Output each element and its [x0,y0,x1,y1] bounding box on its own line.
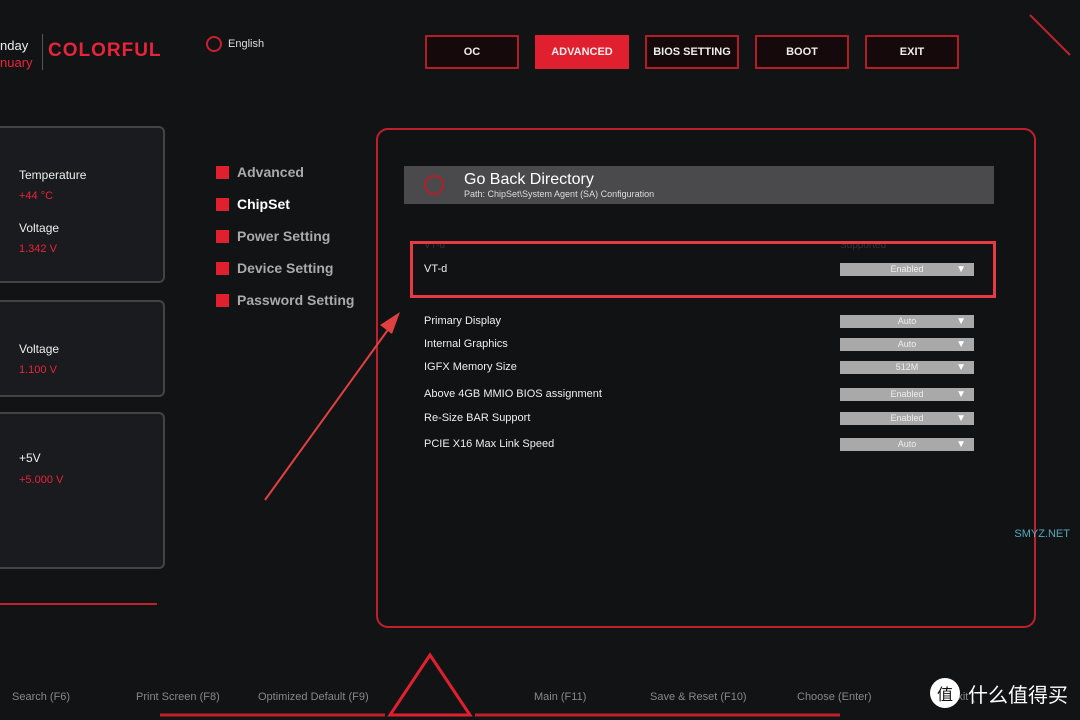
tab-bios-setting[interactable]: BIOS SETTING [645,35,739,69]
side-menu: Advanced ChipSet Power Setting Device Se… [216,156,354,316]
go-back-title: Go Back Directory [464,171,594,188]
setting-row-igfx-memory: IGFX Memory Size 512M ▼ [424,359,974,375]
monitor-card-memory: Voltage 1.100 V [0,300,165,397]
monitor-value: 1.342 V [19,243,57,255]
bullet-icon [216,293,229,307]
setting-dropdown[interactable]: Enabled ▼ [840,411,974,425]
monitor-label: Voltage [19,221,60,235]
monitor-label: Temperature [19,168,87,182]
go-back-button[interactable]: Go Back Directory Path: ChipSet\System A… [404,166,994,204]
footer-search[interactable]: Search (F6) [12,691,70,703]
setting-dropdown[interactable]: 512M ▼ [840,360,974,374]
setting-label: PCIE X16 Max Link Speed [424,438,555,450]
setting-row-primary-display: Primary Display Auto ▼ [424,313,974,329]
dropdown-value: Enabled [890,413,924,423]
footer-save-reset[interactable]: Save & Reset (F10) [650,691,747,703]
dropdown-arrow-icon: ▼ [956,315,966,327]
dropdown-value: 512M [895,362,919,372]
divider [0,603,157,605]
tab-boot[interactable]: BOOT [755,35,849,69]
setting-label: Primary Display [424,315,502,327]
divider [42,34,43,70]
tab-advanced[interactable]: ADVANCED [535,35,629,69]
monitor-value: +44 °C [19,190,54,202]
dropdown-arrow-icon: ▼ [956,338,966,350]
setting-label: Above 4GB MMIO BIOS assignment [424,388,602,400]
monitor-label: +5V [19,451,41,465]
watermark-site: SMYZ.NET [1014,528,1070,540]
monitor-value: +5.000 V [19,474,64,486]
watermark-text: 什么值得买 [968,684,1068,707]
watermark-logo: 值 [930,678,960,708]
dropdown-arrow-icon: ▼ [956,438,966,450]
menu-label: Advanced [237,164,304,180]
footer-choose[interactable]: Choose (Enter) [797,691,872,703]
dropdown-arrow-icon: ▼ [956,361,966,373]
setting-dropdown[interactable]: Enabled ▼ [840,387,974,401]
menu-item-advanced[interactable]: Advanced [216,156,354,188]
dropdown-arrow-icon: ▼ [956,388,966,400]
dropdown-arrow-icon: ▼ [956,412,966,424]
setting-dropdown[interactable]: Auto ▼ [840,314,974,328]
setting-row-resize-bar: Re-Size BAR Support Enabled ▼ [424,410,974,426]
menu-label: Power Setting [237,228,331,244]
setting-row-above-4gb: Above 4GB MMIO BIOS assignment Enabled ▼ [424,386,974,402]
dropdown-value: Enabled [890,389,924,399]
bullet-icon [216,165,229,179]
back-icon [424,175,444,195]
footer-main[interactable]: Main (F11) [534,691,586,703]
monitor-label: Voltage [19,342,60,356]
brand-subtext: nuary [0,55,33,70]
bullet-icon [216,197,229,211]
language-label: English [228,38,265,50]
bullet-icon [216,261,229,275]
menu-item-chipset[interactable]: ChipSet [216,188,354,220]
watermark: 值 什么值得买 [930,678,1068,708]
colorful-logo: COLORFUL [48,40,162,61]
menu-item-password-setting[interactable]: Password Setting [216,284,354,316]
emblem-icon [387,652,473,717]
setting-dropdown[interactable]: Auto ▼ [840,337,974,351]
language-selector[interactable]: English [206,36,264,52]
dropdown-value: Auto [897,316,917,326]
footer-print-screen[interactable]: Print Screen (F8) [136,691,220,703]
footer-optimized-default[interactable]: Optimized Default (F9) [258,691,369,703]
setting-row-internal-graphics: Internal Graphics Auto ▼ [424,336,974,352]
monitor-value: 1.100 V [19,364,57,376]
dropdown-value: Auto [897,339,917,349]
globe-icon [206,36,222,52]
setting-label: IGFX Memory Size [424,361,517,373]
menu-label: ChipSet [237,196,290,212]
tab-oc[interactable]: OC [425,35,519,69]
dropdown-value: Auto [897,439,917,449]
brand-text: nday [0,38,29,53]
setting-label: Re-Size BAR Support [424,412,531,424]
tab-exit[interactable]: EXIT [865,35,959,69]
menu-item-power-setting[interactable]: Power Setting [216,220,354,252]
bullet-icon [216,229,229,243]
setting-label: Internal Graphics [424,338,508,350]
highlight-box [410,241,996,298]
setting-dropdown[interactable]: Auto ▼ [840,437,974,451]
menu-item-device-setting[interactable]: Device Setting [216,252,354,284]
monitor-card-voltage: +5V +5.000 V [0,412,165,569]
menu-label: Device Setting [237,260,334,276]
setting-row-pcie-link-speed: PCIE X16 Max Link Speed Auto ▼ [424,436,974,452]
monitor-card-cpu: Temperature +44 °C Voltage 1.342 V [0,126,165,283]
breadcrumb-path: Path: ChipSet\System Agent (SA) Configur… [464,189,655,199]
menu-label: Password Setting [237,292,355,308]
top-nav: OC ADVANCED BIOS SETTING BOOT EXIT [425,35,959,69]
